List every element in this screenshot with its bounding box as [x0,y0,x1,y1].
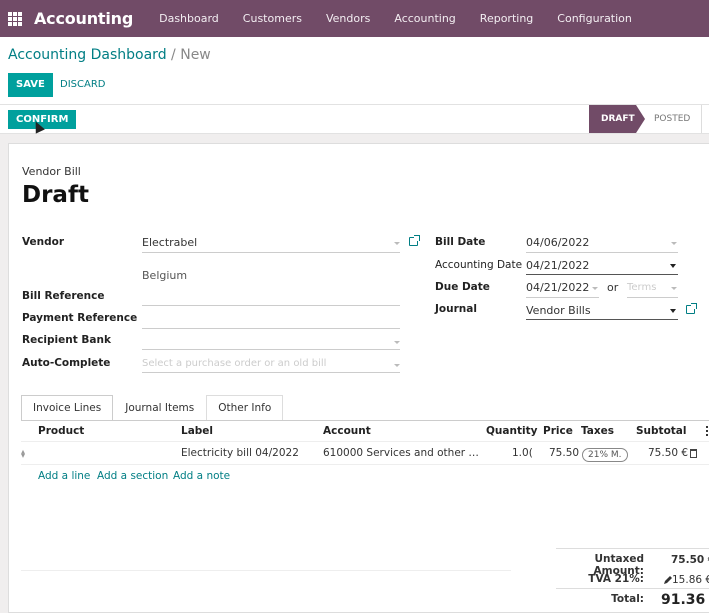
vendor-external-link-icon[interactable] [409,235,420,246]
breadcrumb: Accounting Dashboard / New [8,47,211,63]
bill-title: Draft [22,182,89,208]
row-label[interactable]: Electricity bill 04/2022 [181,447,299,459]
payment-terms-underline [627,297,678,298]
journal-external-link-icon[interactable] [686,303,697,314]
top-navbar: Accounting Dashboard Customers Vendors A… [0,0,709,37]
add-note-link[interactable]: Add a note [173,470,230,482]
auto-complete-label: Auto-Complete [22,357,111,369]
recipient-bank-dropdown-icon[interactable] [394,341,400,344]
bill-date-input[interactable]: 04/06/2022 [526,236,589,249]
row-price[interactable]: 75.50 [549,447,579,459]
bill-date-label: Bill Date [435,236,486,248]
form-sheet: Vendor Bill Draft Vendor Electrabel Belg… [8,143,709,613]
accounting-date-underline [526,274,678,275]
row-tax-badge[interactable]: 21% M. [582,448,628,462]
row-divider [21,464,709,465]
breadcrumb-current: New [180,47,211,63]
recipient-bank-label: Recipient Bank [22,334,111,346]
tax-amount-label: TVA 21%: [588,573,644,585]
recipient-bank-input[interactable] [142,349,400,350]
breadcrumb-separator: / [171,47,176,63]
due-date-input[interactable]: 04/21/2022 [526,281,589,294]
payment-terms-input[interactable]: Terms [627,282,656,293]
stage-posted[interactable]: POSTED [654,105,690,133]
column-account[interactable]: Account [323,425,371,437]
tab-journal-items[interactable]: Journal Items [113,395,206,421]
totals-separator [21,570,511,571]
apps-menu-icon[interactable] [8,11,22,26]
pencil-icon[interactable] [664,576,672,584]
vendor-input[interactable]: Electrabel [142,236,197,249]
add-section-link[interactable]: Add a section [97,470,168,482]
accounting-date-label: Accounting Date [435,259,523,271]
column-label[interactable]: Label [181,425,213,437]
vendor-underline [142,252,400,253]
row-quantity[interactable]: 1.0( [512,447,533,459]
due-date-or-text: or [607,281,619,294]
column-price[interactable]: Price [543,425,573,437]
payment-reference-label: Payment Reference [22,312,138,324]
vendor-dropdown-icon[interactable] [394,242,400,245]
tab-other-info[interactable]: Other Info [206,395,284,421]
tax-amount-value: 15.86 € [672,574,709,586]
column-subtotal[interactable]: Subtotal [636,425,687,437]
column-product[interactable]: Product [38,425,84,437]
status-bar: CONFIRM DRAFT POSTED [0,105,709,134]
total-label: Total: [611,593,644,605]
payment-reference-input[interactable] [142,328,400,329]
app-brand[interactable]: Accounting [34,9,133,28]
journal-label: Journal [435,303,477,315]
bill-reference-input[interactable] [142,305,400,306]
bill-date-underline [526,252,678,253]
row-account[interactable]: 610000 Services and other … [323,447,479,459]
notebook-tabs: Invoice Lines Journal Items Other Info [21,395,284,421]
payment-terms-dropdown-icon[interactable] [671,287,677,290]
save-button[interactable]: SAVE [8,73,53,97]
untaxed-amount-value: 75.50 € [671,554,709,566]
stage-draft[interactable]: DRAFT [589,105,645,133]
header-divider [21,441,709,442]
auto-complete-input[interactable]: Select a purchase order or an old bill [142,358,326,369]
row-drag-handle-icon[interactable]: ▴ ▾ [21,448,27,460]
vendor-address: Belgium [142,269,188,282]
nav-vendors[interactable]: Vendors [314,12,382,25]
delete-row-icon[interactable] [690,449,697,458]
discard-button[interactable]: DISCARD [60,73,105,97]
tabs-divider [21,420,709,421]
column-taxes[interactable]: Taxes [581,425,614,437]
nav-reporting[interactable]: Reporting [468,12,545,25]
move-type-label: Vendor Bill [22,165,81,178]
vendor-label: Vendor [22,236,65,248]
journal-underline [526,319,678,320]
nav-accounting[interactable]: Accounting [382,12,467,25]
control-panel: Accounting Dashboard / New SAVE DISCARD [0,37,709,105]
accounting-date-input[interactable]: 04/21/2022 [526,259,589,272]
bill-date-dropdown-icon[interactable] [671,242,677,245]
bill-reference-label: Bill Reference [22,290,105,302]
journal-input[interactable]: Vendor Bills [526,304,591,317]
auto-complete-dropdown-icon[interactable] [394,364,400,367]
nav-customers[interactable]: Customers [231,12,314,25]
due-date-label: Due Date [435,281,490,293]
row-subtotal: 75.50 € [648,447,689,459]
due-date-underline [526,297,599,298]
breadcrumb-parent[interactable]: Accounting Dashboard [8,47,167,63]
total-value: 91.36 € [661,592,709,608]
totals-top-line [556,548,709,549]
nav-configuration[interactable]: Configuration [545,12,644,25]
add-line-link[interactable]: Add a line [38,470,90,482]
auto-complete-underline [142,372,400,373]
journal-dropdown-icon[interactable] [670,309,676,313]
accounting-date-dropdown-icon[interactable] [670,264,676,268]
totals-divider [556,588,709,589]
due-date-dropdown-icon[interactable] [592,287,598,290]
column-options-icon[interactable] [706,426,708,436]
status-divider [701,105,702,133]
tab-invoice-lines[interactable]: Invoice Lines [21,395,114,421]
column-quantity[interactable]: Quantity [486,425,537,437]
nav-dashboard[interactable]: Dashboard [147,12,231,25]
